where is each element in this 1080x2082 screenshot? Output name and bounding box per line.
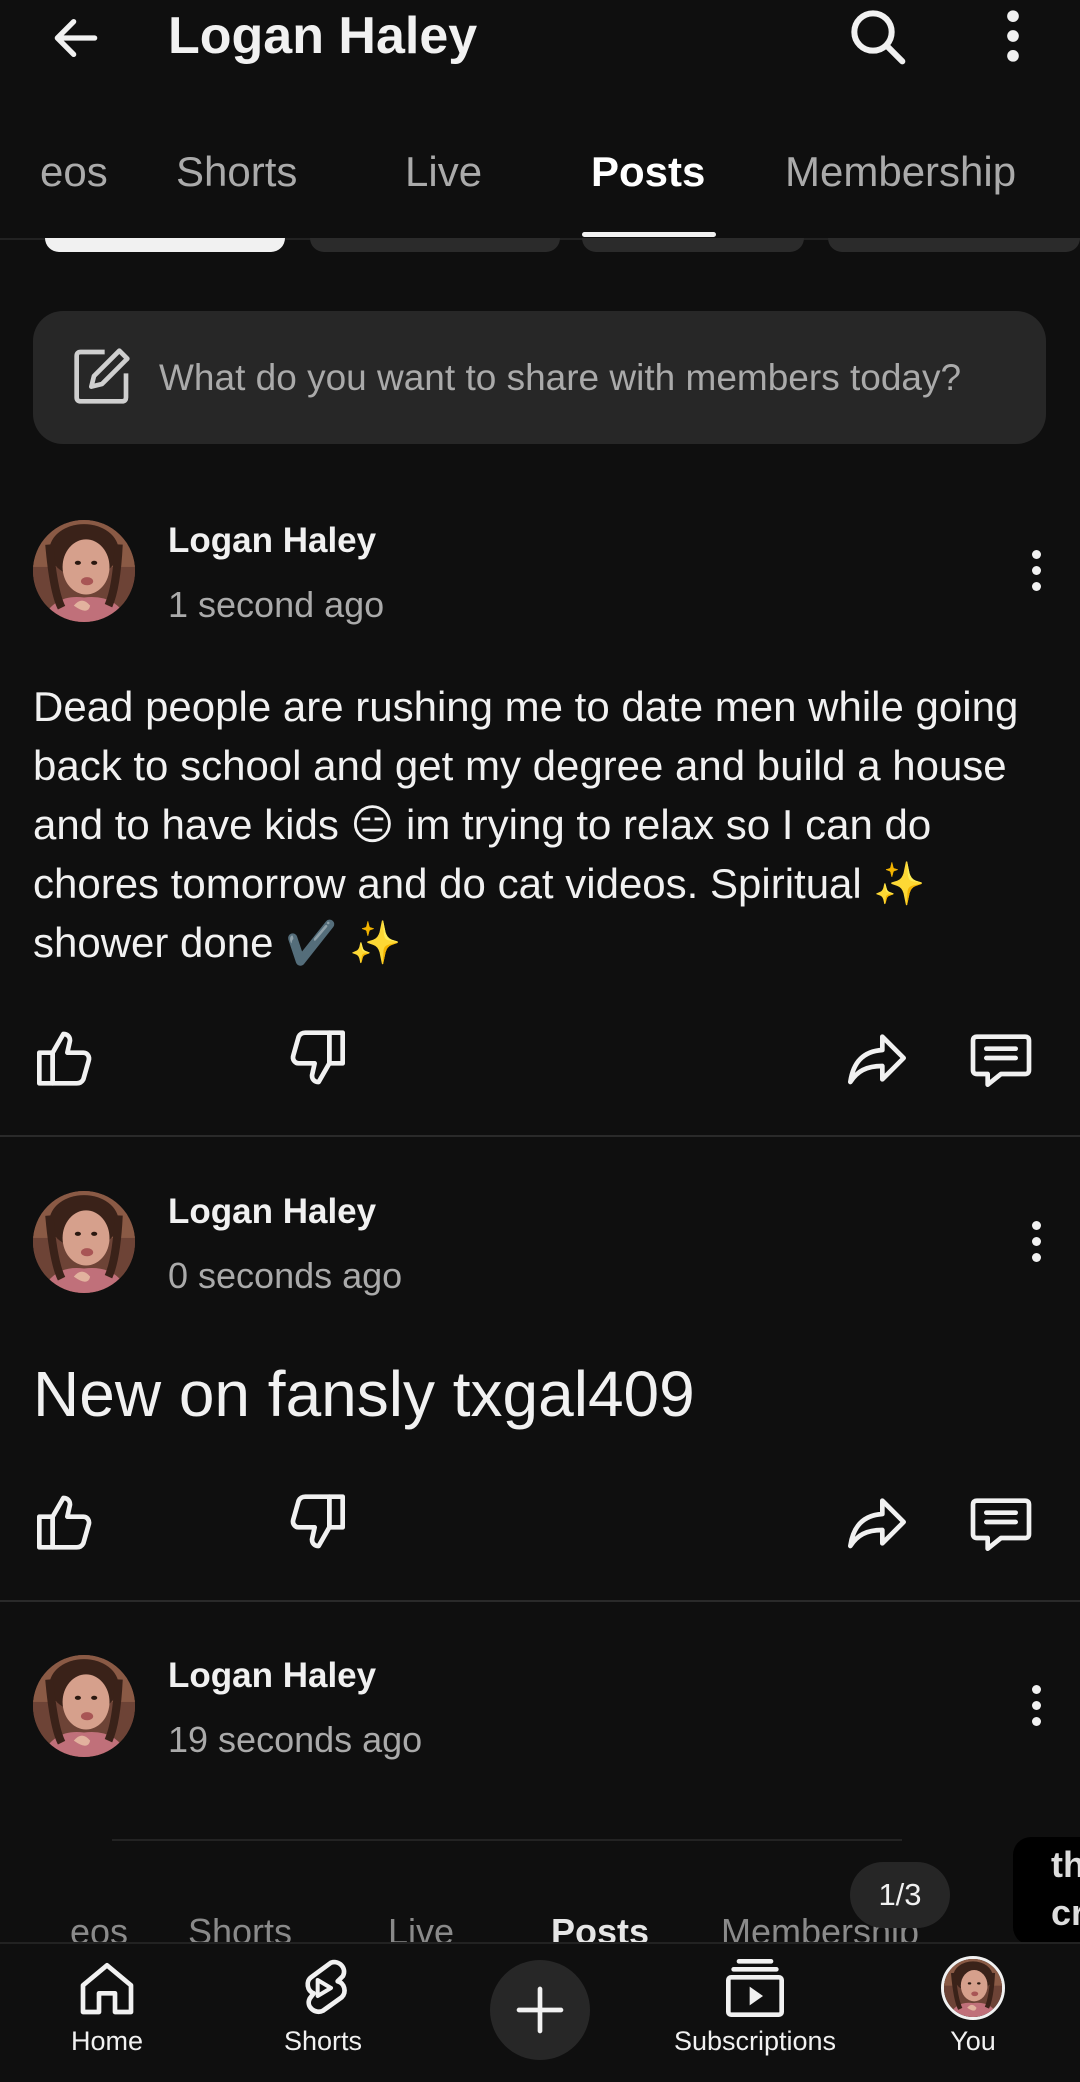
like-icon[interactable]: [30, 1486, 102, 1558]
page-title: Logan Haley: [168, 7, 478, 65]
nav-label: Shorts: [283, 2026, 363, 2056]
post-divider: [0, 1600, 1080, 1602]
avatar[interactable]: [33, 1191, 135, 1293]
tab-shorts[interactable]: Shorts: [176, 146, 297, 198]
create-button[interactable]: [490, 1960, 590, 2060]
preview-divider: [112, 1839, 902, 1841]
search-icon[interactable]: [841, 0, 913, 72]
filter-chip[interactable]: [310, 238, 560, 252]
composer-placeholder[interactable]: What do you want to share with members t…: [159, 354, 961, 402]
avatar: [941, 1956, 1005, 2020]
post-timestamp: 0 seconds ago: [168, 1255, 403, 1296]
more-vert-icon[interactable]: [1016, 1675, 1056, 1735]
comment-icon[interactable]: [965, 1022, 1037, 1094]
more-vert-icon[interactable]: [977, 0, 1049, 72]
active-tab-indicator: [582, 232, 716, 237]
tab-live[interactable]: Live: [405, 146, 482, 198]
side-card-text: th cr: [1051, 1844, 1080, 1933]
post-author[interactable]: Logan Haley: [168, 1190, 376, 1234]
filter-chip[interactable]: [582, 238, 804, 252]
filter-chip[interactable]: [45, 238, 285, 252]
back-arrow-icon[interactable]: [40, 2, 112, 74]
nav-label: Home: [70, 2026, 144, 2056]
avatar[interactable]: [33, 1655, 135, 1757]
nav-label: Subscriptions: [673, 2026, 837, 2056]
app-header: Logan Haley: [0, 0, 1080, 80]
post-timestamp: 19 seconds ago: [168, 1719, 423, 1760]
subscriptions-icon: [726, 1959, 784, 2017]
shorts-icon: [305, 1959, 347, 2014]
page-indicator: 1/3: [850, 1862, 950, 1928]
create-plus-icon: [516, 1986, 564, 2034]
post-author[interactable]: Logan Haley: [168, 519, 376, 563]
more-vert-icon[interactable]: [1016, 1211, 1056, 1271]
post-divider: [0, 1135, 1080, 1137]
nav-you[interactable]: You: [913, 1956, 1033, 2057]
more-vert-icon[interactable]: [1016, 540, 1056, 600]
nav-label: You: [950, 2026, 996, 2056]
home-icon: [80, 1963, 134, 2015]
like-icon[interactable]: [30, 1022, 102, 1094]
edit-square-icon: [70, 344, 134, 408]
comment-icon[interactable]: [965, 1486, 1037, 1558]
nav-home[interactable]: Home: [47, 1956, 167, 2057]
share-icon[interactable]: [841, 1022, 913, 1094]
post-text: New on fansly txgal409: [33, 1358, 695, 1430]
post-author[interactable]: Logan Haley: [168, 1654, 376, 1698]
share-icon[interactable]: [841, 1486, 913, 1558]
filter-chip[interactable]: [828, 238, 1080, 252]
tab-videos[interactable]: eos: [40, 146, 108, 198]
side-card[interactable]: th cr: [1013, 1837, 1080, 1945]
nav-shorts[interactable]: Shorts: [263, 1956, 383, 2057]
avatar[interactable]: [33, 520, 135, 622]
tab-membership[interactable]: Membership: [785, 146, 1016, 198]
dislike-icon[interactable]: [280, 1486, 352, 1558]
post-timestamp: 1 second ago: [168, 584, 385, 625]
post-text: Dead people are rushing me to date men w…: [33, 683, 1019, 966]
dislike-icon[interactable]: [280, 1022, 352, 1094]
tab-posts[interactable]: Posts: [591, 146, 705, 198]
nav-subscriptions[interactable]: Subscriptions: [665, 1956, 845, 2057]
